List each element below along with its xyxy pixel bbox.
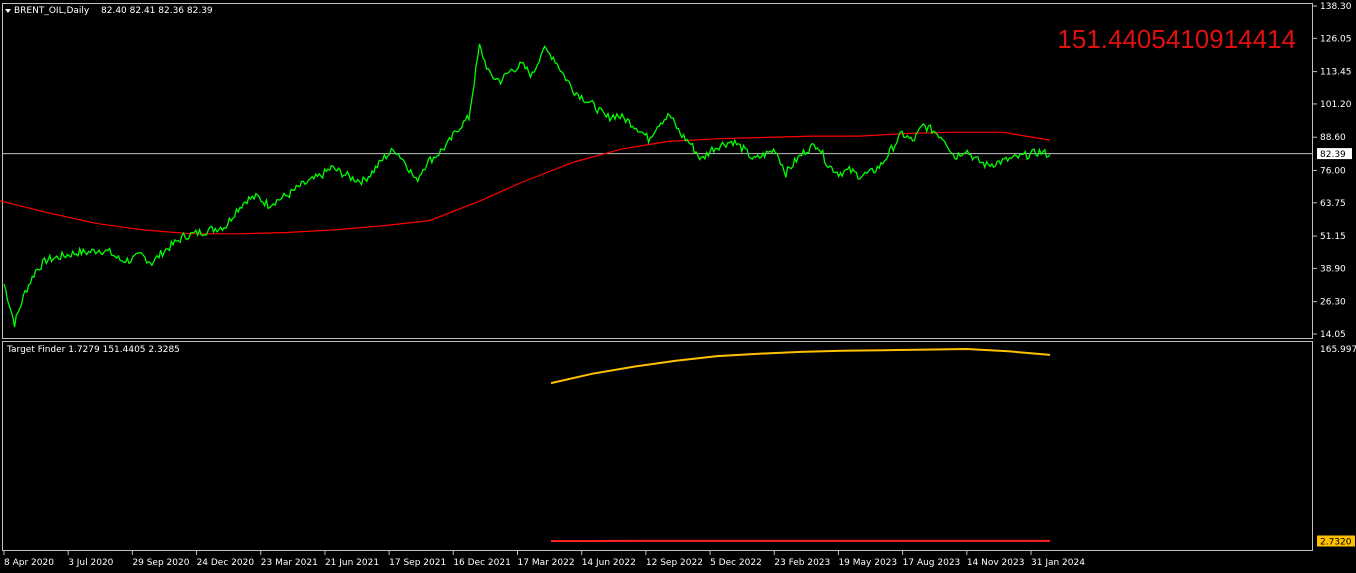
price-tick-label: 113.45 <box>1320 68 1352 78</box>
indicator-axis: 165.9979 <box>1320 345 1356 355</box>
price-tick-label: 76.00 <box>1320 166 1346 176</box>
time-tick-label: 23 Mar 2021 <box>261 558 318 568</box>
time-tick-label: 19 May 2023 <box>838 558 897 568</box>
time-tick-label: 31 Jan 2024 <box>1031 558 1085 568</box>
time-tick-label: 16 Dec 2021 <box>453 558 511 568</box>
price-tick-label: 14.05 <box>1320 330 1346 340</box>
last-price-tag-label: 82.39 <box>1320 150 1346 160</box>
indicator-value-tag-label: 2.7320 <box>1320 538 1352 548</box>
time-axis: 8 Apr 2020 3 Jul 2020 29 Sep 2020 24 Dec 20… <box>3 551 1085 568</box>
trading-chart: BRENT_OIL,Daily 82.40 82.41 82.36 82.39 … <box>0 2 1356 568</box>
time-tick-label: 17 Sep 2021 <box>389 558 446 568</box>
ohlc-values: 82.40 82.41 82.36 82.39 <box>101 6 213 16</box>
price-tick-label: 38.90 <box>1320 264 1346 274</box>
time-tick-label: 29 Sep 2020 <box>132 558 189 568</box>
target-value-display: 151.4405410914414 <box>1057 24 1296 54</box>
symbol-label: BRENT_OIL,Daily <box>14 6 90 16</box>
price-tick-label: 63.75 <box>1320 199 1346 209</box>
price-tick-label: 26.30 <box>1320 298 1346 308</box>
time-tick-label: 23 Feb 2023 <box>774 558 830 568</box>
target-line <box>550 347 1051 385</box>
triangle-down-icon[interactable] <box>5 9 11 13</box>
price-tick-label: 101.20 <box>1320 100 1352 110</box>
time-tick-label: 21 Jun 2021 <box>325 558 379 568</box>
price-line <box>3 43 1051 328</box>
time-tick-label: 14 Nov 2023 <box>967 558 1025 568</box>
price-tick-label: 88.60 <box>1320 133 1346 143</box>
indicator-pane-frame <box>2 341 1313 551</box>
time-tick-label: 17 Mar 2022 <box>518 558 575 568</box>
price-tick-label: 126.05 <box>1320 34 1352 44</box>
time-tick-label: 8 Apr 2020 <box>4 558 54 568</box>
indicator-tick-label: 165.9979 <box>1320 345 1356 355</box>
price-tick-label: 51.15 <box>1320 232 1346 242</box>
time-tick-label: 24 Dec 2020 <box>197 558 255 568</box>
time-tick-label: 3 Jul 2020 <box>68 558 113 568</box>
price-axis: 138.30 126.05 113.45 101.20 88.60 76.00 63.75 5… <box>1313 2 1352 340</box>
indicator-label: Target Finder 1.7279 151.4405 2.3285 <box>6 345 180 355</box>
time-tick-label: 5 Dec 2022 <box>710 558 762 568</box>
time-tick-label: 17 Aug 2023 <box>903 558 961 568</box>
time-tick-label: 14 Jun 2022 <box>582 558 636 568</box>
price-tick-label: 138.30 <box>1320 2 1352 12</box>
time-tick-label: 12 Sep 2022 <box>646 558 703 568</box>
